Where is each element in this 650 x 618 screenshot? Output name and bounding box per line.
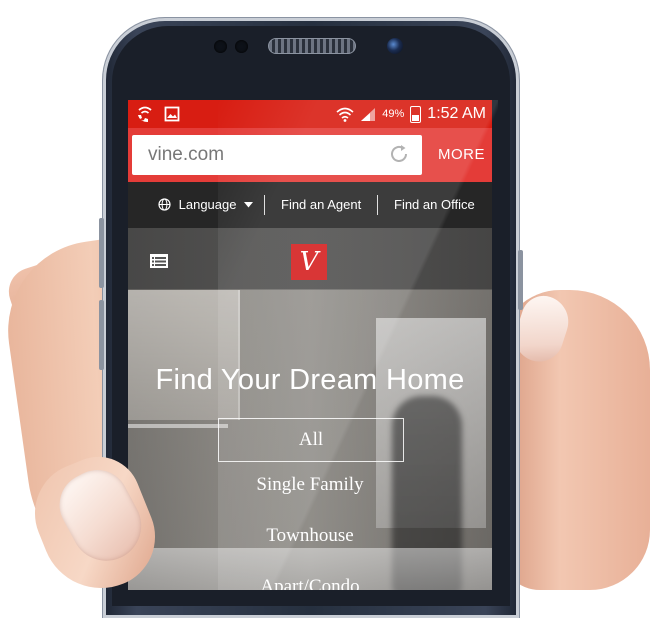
url-text[interactable]: vine.com — [148, 144, 224, 166]
browser-toolbar: vine.com MORE — [128, 128, 492, 182]
battery-icon — [410, 105, 422, 123]
battery-percent: 49% — [382, 108, 405, 120]
globe-icon — [158, 198, 171, 211]
category-townhouse[interactable]: Townhouse — [128, 525, 492, 547]
site-logo[interactable]: V — [291, 244, 327, 280]
site-top-nav: Language Find an Agent Find an Office — [128, 182, 492, 228]
hero-section: V Find Your Dream Home All Single Family… — [128, 228, 492, 590]
category-apart-condo[interactable]: Apart/Condo — [128, 576, 492, 590]
find-agent-link[interactable]: Find an Agent — [281, 197, 361, 212]
front-camera — [387, 38, 403, 54]
power-button[interactable] — [518, 250, 523, 310]
category-all-button[interactable]: All — [218, 418, 404, 462]
signal-icon — [361, 107, 376, 121]
nav-divider — [377, 195, 378, 215]
language-selector[interactable]: Language — [158, 197, 254, 212]
reload-icon[interactable] — [388, 143, 410, 165]
sensor-dot — [214, 40, 227, 53]
status-bar: 49% 1:52 AM — [128, 100, 492, 128]
status-right-icons: 49% 1:52 AM — [336, 105, 486, 123]
address-bar[interactable]: vine.com — [132, 135, 422, 175]
clock: 1:52 AM — [427, 105, 486, 122]
list-menu-icon[interactable] — [150, 254, 168, 268]
hero-title: Find Your Dream Home — [155, 364, 465, 396]
volume-up-button[interactable] — [99, 218, 104, 288]
status-left-icons — [136, 105, 180, 123]
more-button[interactable]: MORE — [438, 146, 485, 163]
volume-down-button[interactable] — [99, 300, 104, 370]
caret-down-icon — [244, 202, 254, 208]
nav-divider — [264, 195, 265, 215]
language-label: Language — [178, 197, 237, 212]
hero-background-shelf — [128, 424, 228, 428]
category-single-family[interactable]: Single Family — [128, 474, 492, 496]
image-notification-icon — [164, 106, 180, 122]
wifi-call-icon — [138, 106, 152, 123]
earpiece-speaker — [268, 38, 356, 54]
hero-background-cabinets — [128, 290, 240, 420]
sensor-dot — [235, 40, 248, 53]
wifi-icon — [336, 107, 354, 122]
find-office-link[interactable]: Find an Office — [394, 197, 475, 212]
phone-screen: 49% 1:52 AM vine.com MORE Language Find … — [128, 100, 492, 590]
